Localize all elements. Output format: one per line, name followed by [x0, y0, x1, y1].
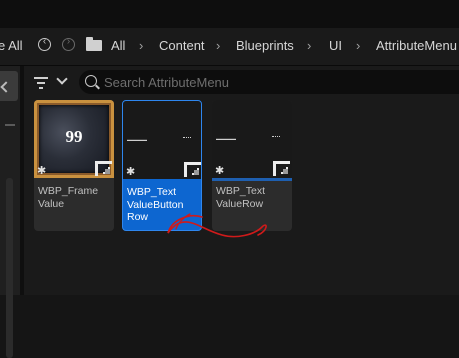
panel-divider — [5, 124, 15, 126]
star-icon: ✱ — [37, 165, 47, 177]
blueprint-type-icon — [184, 162, 201, 177]
breadcrumb-item[interactable]: UI — [329, 38, 342, 54]
blueprint-type-icon — [273, 161, 290, 176]
asset-thumbnail: ▬▬▬▬▬ ✱ — [212, 100, 292, 178]
asset-grid: 99 ✱ WBP_Frame Value ▬▬▬▬▬ ✱ WBP_Text Va… — [24, 98, 459, 295]
asset-tile[interactable]: 99 ✱ WBP_Frame Value — [34, 100, 114, 231]
asset-type-underline — [212, 178, 292, 181]
folder-icon[interactable] — [86, 37, 102, 51]
filter-bar — [24, 66, 459, 98]
breadcrumb-overflow[interactable]: e All — [0, 38, 23, 54]
star-icon: ✱ — [215, 165, 225, 177]
breadcrumb-bar: e All ‹ › All › Content › Blueprints › U… — [0, 28, 459, 66]
breadcrumb-separator: › — [356, 38, 361, 53]
collapse-panel-button[interactable] — [0, 71, 18, 101]
back-icon[interactable]: ‹ — [38, 36, 51, 51]
thumbnail-number: 99 — [65, 127, 83, 146]
blueprint-type-icon — [95, 161, 112, 176]
filter-icon-line — [37, 82, 45, 84]
breadcrumb-separator: › — [216, 38, 221, 53]
thumbnail-preview-text: ▬▬▬▬▬ — [127, 137, 147, 142]
search-icon — [85, 75, 97, 87]
panel-scrollbar[interactable] — [6, 178, 13, 358]
annotation-scribble — [167, 213, 267, 238]
forward-icon[interactable]: › — [62, 36, 75, 51]
thumbnail-preview-dots — [272, 136, 280, 140]
thumbnail-preview-text: ▬▬▬▬▬ — [216, 136, 236, 141]
search-input[interactable] — [104, 73, 434, 91]
title-strip — [0, 0, 459, 28]
breadcrumb-separator: › — [139, 38, 144, 53]
asset-thumbnail: 99 ✱ — [34, 100, 114, 178]
filter-button[interactable] — [34, 73, 70, 90]
asset-thumbnail: ▬▬▬▬▬ ✱ — [123, 101, 201, 179]
sources-panel — [0, 66, 20, 358]
filter-icon — [34, 77, 48, 79]
chevron-down-icon — [56, 73, 68, 85]
breadcrumb-item-current[interactable]: AttributeMenu — [376, 38, 457, 54]
asset-label: WBP_Frame Value — [38, 185, 99, 210]
breadcrumb-item[interactable]: Content — [159, 38, 205, 54]
thumbnail-preview-dots — [183, 137, 191, 141]
breadcrumb-item[interactable]: Blueprints — [236, 38, 294, 54]
search-box[interactable] — [79, 70, 459, 94]
filter-icon-line — [39, 87, 43, 89]
breadcrumb-item[interactable]: All — [111, 38, 125, 54]
star-icon: ✱ — [126, 166, 136, 178]
breadcrumb-separator: › — [307, 38, 312, 53]
